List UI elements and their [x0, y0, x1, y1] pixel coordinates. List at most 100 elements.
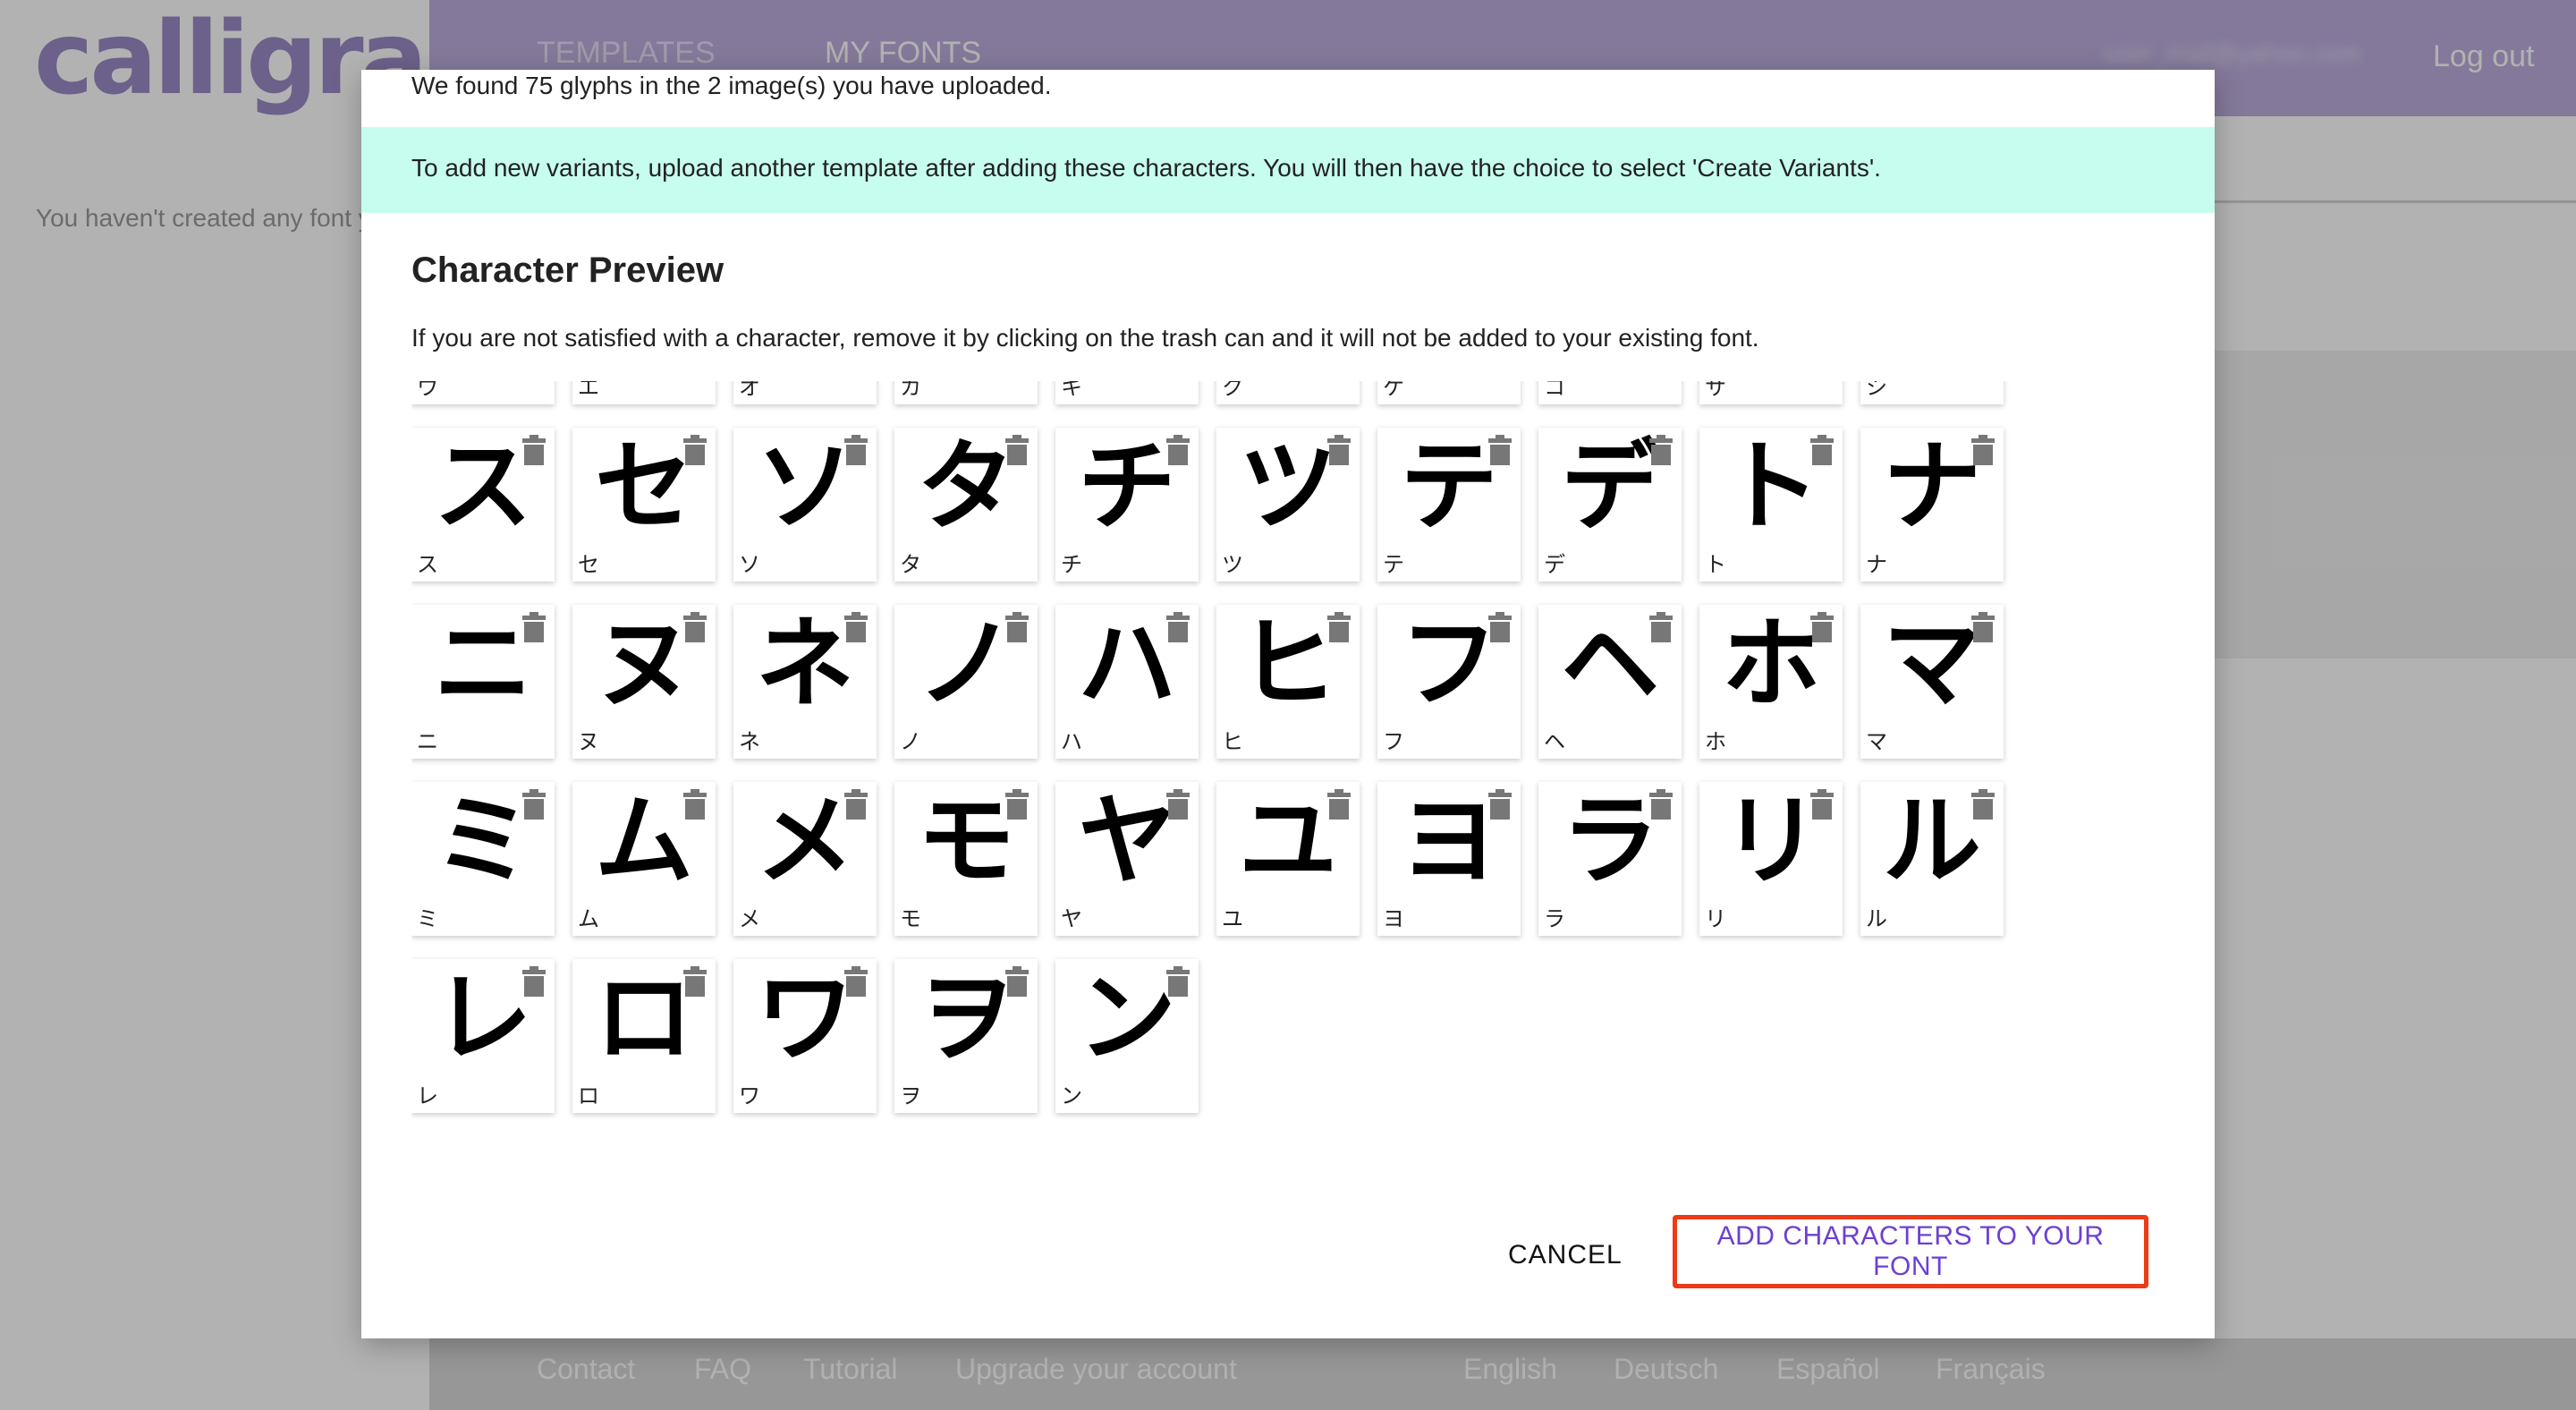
trash-icon[interactable]: [522, 435, 546, 465]
trash-icon[interactable]: [1166, 612, 1190, 642]
glyph-card: フフ: [1377, 605, 1521, 759]
add-characters-button[interactable]: ADD CHARACTERS TO YOUR FONT: [1673, 1215, 2148, 1288]
glyph-label: デ: [1544, 552, 1565, 577]
glyph-card: ヨヨ: [1377, 782, 1521, 936]
glyph-card: ソソ: [733, 428, 877, 582]
glyph-label: ト: [1705, 552, 1726, 577]
glyph-grid-scroll-area[interactable]: ウウエエオオカカキキククケケココササシシススセセソソタタチチツツテテデデトトナナ…: [411, 381, 2111, 1224]
glyph-card: クク: [1216, 381, 1360, 404]
cancel-button[interactable]: CANCEL: [1488, 1227, 1642, 1283]
trash-icon[interactable]: [1327, 789, 1351, 820]
glyph-card: タタ: [894, 428, 1038, 582]
glyph-card: ハハ: [1055, 605, 1199, 759]
glyph-card: ケケ: [1377, 381, 1521, 404]
glyph-label: ニ: [417, 729, 438, 754]
glyph-label: フ: [1383, 729, 1404, 754]
glyph-label: ン: [1061, 1083, 1082, 1108]
glyph-card: ヒヒ: [1216, 605, 1360, 759]
trash-icon[interactable]: [522, 612, 546, 642]
glyph-row: レレロロワワヲヲンン: [411, 959, 2111, 1120]
glyph-label: ヘ: [1544, 729, 1565, 754]
trash-icon[interactable]: [1810, 789, 1834, 820]
trash-icon[interactable]: [1166, 789, 1190, 820]
glyph-label: ラ: [1544, 906, 1565, 931]
trash-icon[interactable]: [1005, 612, 1029, 642]
preview-title: Character Preview: [411, 251, 724, 290]
trash-icon[interactable]: [1005, 789, 1029, 820]
trash-icon[interactable]: [1488, 435, 1512, 465]
glyph-label: ソ: [739, 552, 760, 577]
trash-icon[interactable]: [1005, 435, 1029, 465]
glyph-label: ワ: [739, 1083, 760, 1108]
trash-icon[interactable]: [844, 612, 868, 642]
trash-icon[interactable]: [1971, 789, 1995, 820]
trash-icon[interactable]: [683, 435, 707, 465]
glyph-label: ネ: [739, 729, 760, 754]
glyph-card: ヘヘ: [1538, 605, 1682, 759]
glyph-label: ホ: [1705, 729, 1726, 754]
trash-icon[interactable]: [522, 789, 546, 820]
glyph-card: ノノ: [894, 605, 1038, 759]
glyph-label: ケ: [1383, 381, 1404, 400]
glyph-label: ユ: [1222, 906, 1243, 931]
glyph-label: マ: [1866, 729, 1887, 754]
glyph-label: タ: [900, 552, 921, 577]
glyph-label: セ: [578, 552, 599, 577]
glyph-row: ウウエエオオカカキキククケケココササシシ: [411, 381, 2111, 412]
glyph-label: レ: [417, 1083, 438, 1108]
trash-icon[interactable]: [1488, 789, 1512, 820]
glyph-card: ンン: [1055, 959, 1199, 1113]
glyph-card: スス: [411, 428, 555, 582]
trash-icon[interactable]: [522, 966, 546, 997]
trash-icon[interactable]: [1005, 966, 1029, 997]
glyph-label: コ: [1544, 381, 1565, 400]
trash-icon[interactable]: [1166, 966, 1190, 997]
glyph-card: ニニ: [411, 605, 555, 759]
dialog-actions: CANCEL ADD CHARACTERS TO YOUR FONT: [361, 1215, 2215, 1301]
glyph-label: ム: [578, 906, 599, 931]
glyph-label: ツ: [1222, 552, 1243, 577]
trash-icon[interactable]: [1327, 435, 1351, 465]
glyph-label: エ: [578, 381, 599, 400]
trash-icon[interactable]: [844, 789, 868, 820]
glyph-label: リ: [1705, 906, 1726, 931]
trash-icon[interactable]: [844, 966, 868, 997]
preview-instructions: If you are not satisfied with a characte…: [411, 324, 1759, 352]
glyph-card: モモ: [894, 782, 1038, 936]
trash-icon[interactable]: [1649, 789, 1673, 820]
trash-icon[interactable]: [683, 612, 707, 642]
glyph-label: ヤ: [1061, 906, 1082, 931]
glyph-card: シシ: [1860, 381, 2004, 404]
glyphs-found-text: We found 75 glyphs in the 2 image(s) you…: [411, 72, 1052, 99]
glyph-label: オ: [739, 381, 760, 400]
trash-icon[interactable]: [844, 435, 868, 465]
glyph-label: ノ: [900, 729, 921, 754]
glyph-label: ル: [1866, 906, 1887, 931]
trash-icon[interactable]: [1166, 435, 1190, 465]
glyph-card: ムム: [572, 782, 716, 936]
glyph-card: ココ: [1538, 381, 1682, 404]
glyph-label: ヒ: [1222, 729, 1243, 754]
glyph-card: セセ: [572, 428, 716, 582]
trash-icon[interactable]: [1488, 612, 1512, 642]
glyph-label: サ: [1705, 381, 1726, 400]
trash-icon[interactable]: [683, 789, 707, 820]
glyph-card: チチ: [1055, 428, 1199, 582]
trash-icon[interactable]: [1649, 435, 1673, 465]
trash-icon[interactable]: [1810, 612, 1834, 642]
glyph-card: エエ: [572, 381, 716, 404]
trash-icon[interactable]: [1327, 612, 1351, 642]
glyph-label: チ: [1061, 552, 1082, 577]
glyph-label: ハ: [1061, 729, 1082, 754]
trash-icon[interactable]: [1810, 435, 1834, 465]
trash-icon[interactable]: [1971, 435, 1995, 465]
glyph-card: オオ: [733, 381, 877, 404]
glyph-card: ミミ: [411, 782, 555, 936]
trash-icon[interactable]: [1649, 612, 1673, 642]
glyph-card: ヌヌ: [572, 605, 716, 759]
trash-icon[interactable]: [1971, 612, 1995, 642]
glyph-card: ホホ: [1699, 605, 1843, 759]
glyph-label: ロ: [578, 1083, 599, 1108]
glyph-label: ナ: [1866, 552, 1887, 577]
trash-icon[interactable]: [683, 966, 707, 997]
